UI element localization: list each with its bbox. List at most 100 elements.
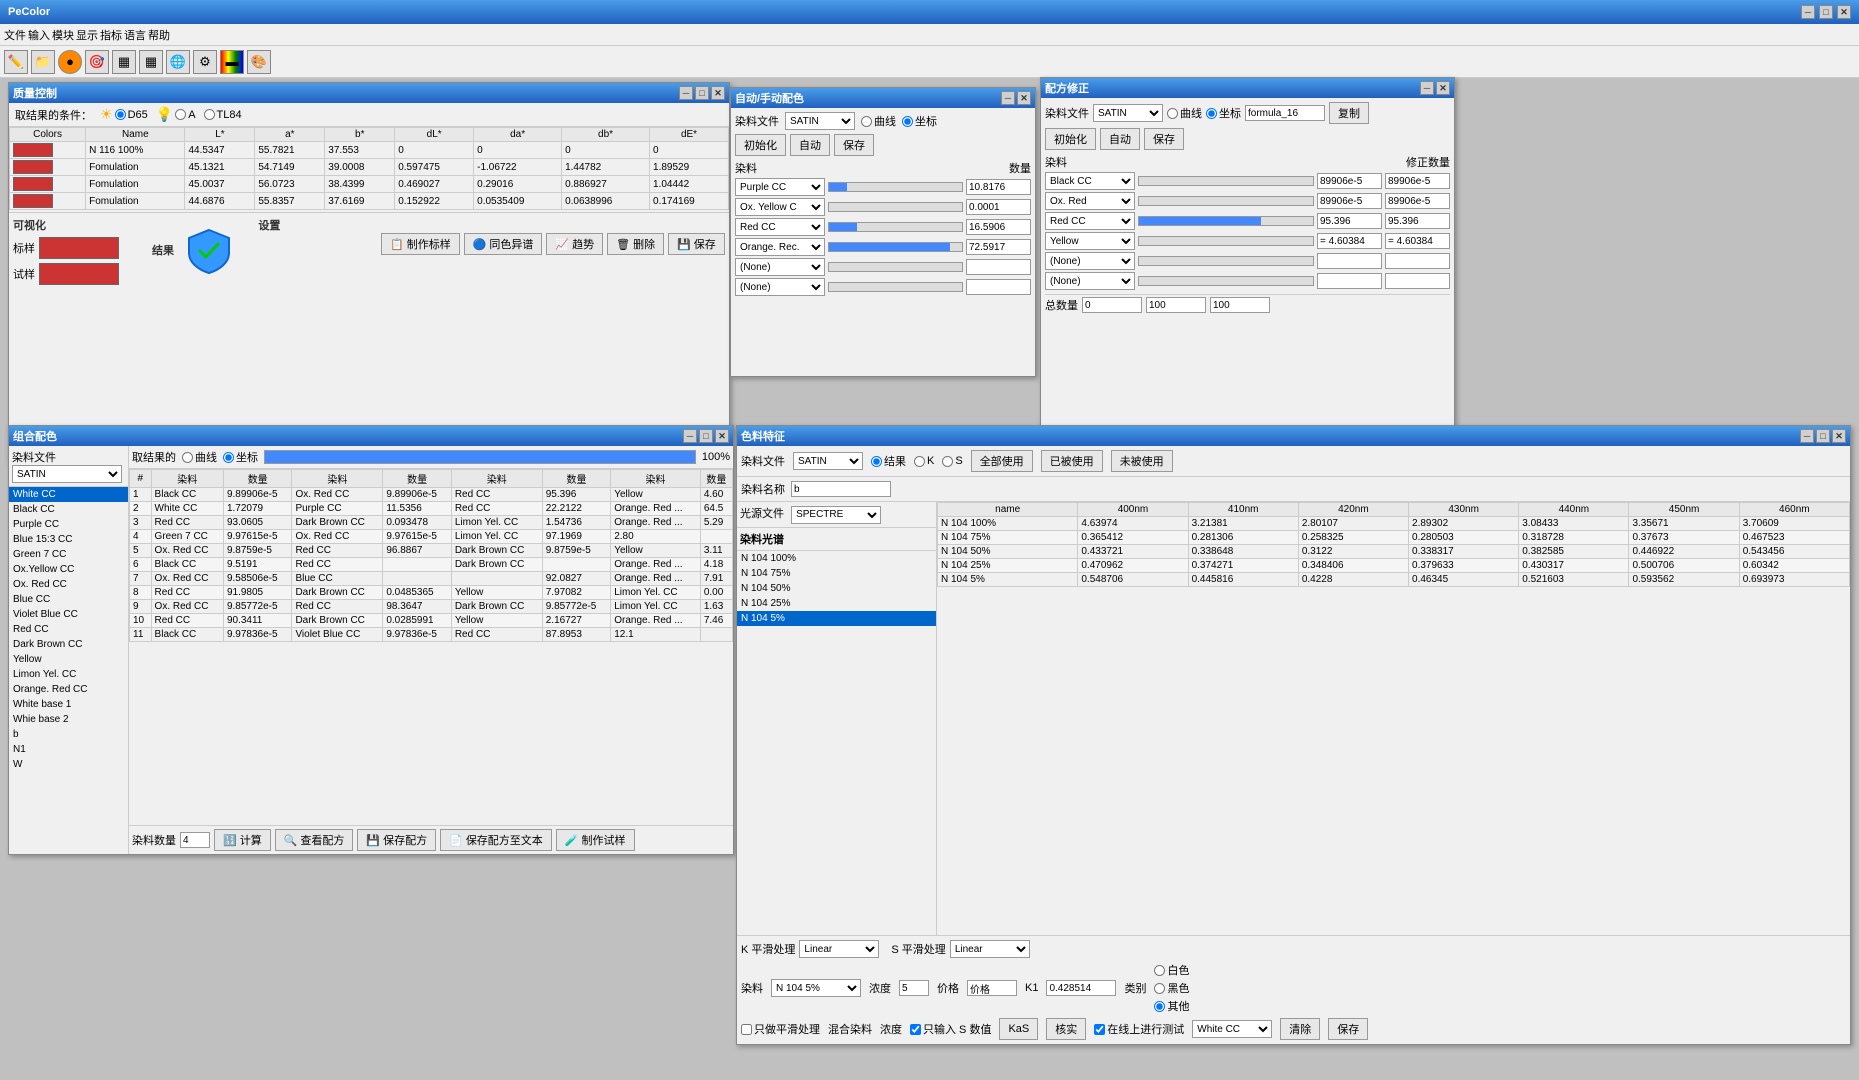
- verify-btn[interactable]: 核实: [1046, 1018, 1086, 1040]
- combo-dye-list-item[interactable]: Black CC: [9, 502, 128, 517]
- menu-input[interactable]: 输入: [28, 27, 50, 43]
- auto-auto-btn[interactable]: 自动: [790, 134, 830, 156]
- dye-char-k-radio[interactable]: K: [914, 455, 934, 467]
- formula-curve-radio[interactable]: 曲线: [1167, 105, 1202, 121]
- fc-val2-1[interactable]: [1385, 193, 1450, 209]
- tool-circle[interactable]: ●: [58, 50, 82, 74]
- fc-val1-4[interactable]: [1317, 253, 1382, 269]
- tool-globe[interactable]: 🌐: [166, 50, 190, 74]
- spectrum-list-item[interactable]: N 104 75%: [737, 566, 936, 581]
- combo-dye-list-item[interactable]: Whie base 2: [9, 712, 128, 727]
- radio-tl84[interactable]: [204, 109, 215, 120]
- only-smooth-check[interactable]: 只做平滑处理: [741, 1021, 820, 1037]
- dye-char-result-radio[interactable]: 结果: [871, 453, 906, 469]
- combo-calc-btn[interactable]: 🔢 计算: [214, 829, 271, 851]
- fc-val2-0[interactable]: [1385, 173, 1450, 189]
- radio-a[interactable]: [175, 109, 186, 120]
- formula-close[interactable]: ✕: [1436, 81, 1450, 95]
- combo-dye-list-item[interactable]: Limon Yel. CC: [9, 667, 128, 682]
- quality-table-container[interactable]: Colors Name L* a* b* dL* da* db* dE* N 1…: [9, 127, 729, 210]
- combo-table-container[interactable]: # 染料 数量 染料 数量 染料 数量 染料 数量 1 Black CC 9.8…: [129, 469, 733, 825]
- formula-auto-btn[interactable]: 自动: [1100, 128, 1140, 150]
- kas-btn[interactable]: KaS: [999, 1018, 1038, 1040]
- combo-dye-list-item[interactable]: Red CC: [9, 622, 128, 637]
- dye-bottom-select[interactable]: N 104 5%: [771, 979, 861, 997]
- combo-standard-radio[interactable]: 坐标: [223, 449, 258, 465]
- combo-controls[interactable]: ─ □ ✕: [683, 429, 729, 443]
- black-radio[interactable]: 黑色: [1154, 980, 1189, 996]
- dye-char-close[interactable]: ✕: [1832, 429, 1846, 443]
- combo-curve-radio[interactable]: 曲线: [182, 449, 217, 465]
- auto-dye-select-2[interactable]: Red CC: [735, 218, 825, 236]
- formula-name-input[interactable]: [1245, 105, 1325, 121]
- combo-dye-list-item[interactable]: W: [9, 757, 128, 772]
- menu-help[interactable]: 帮助: [148, 27, 170, 43]
- auto-match-controls[interactable]: ─ ✕: [1001, 91, 1031, 105]
- combo-minimize[interactable]: ─: [683, 429, 697, 443]
- combo-dye-list[interactable]: White CCBlack CCPurple CCBlue 15:3 CCGre…: [9, 487, 128, 854]
- combo-dye-file-select[interactable]: SATIN: [12, 465, 122, 483]
- tool-target[interactable]: 🎯: [85, 50, 109, 74]
- used-btn[interactable]: 已被使用: [1041, 450, 1103, 472]
- combo-dye-list-item[interactable]: Ox.Yellow CC: [9, 562, 128, 577]
- combo-dye-list-item[interactable]: Blue CC: [9, 592, 128, 607]
- dye-char-file-select[interactable]: SATIN: [793, 452, 863, 470]
- fc-val1-5[interactable]: [1317, 273, 1382, 289]
- combo-dye-list-item[interactable]: Orange. Red CC: [9, 682, 128, 697]
- all-use-btn[interactable]: 全部使用: [971, 450, 1033, 472]
- formula-total-2[interactable]: [1210, 297, 1270, 313]
- fc-dye-select-0[interactable]: Black CC: [1045, 172, 1135, 190]
- combo-save-formula-btn[interactable]: 💾 保存配方: [357, 829, 436, 851]
- auto-curve-radio[interactable]: 曲线: [861, 113, 896, 129]
- smooth-k-select[interactable]: Linear: [799, 940, 879, 958]
- spectrum-list-item[interactable]: N 104 5%: [737, 611, 936, 626]
- minimize-btn[interactable]: ─: [1801, 5, 1815, 19]
- fc-dye-select-2[interactable]: Red CC: [1045, 212, 1135, 230]
- dye-char-controls[interactable]: ─ □ ✕: [1800, 429, 1846, 443]
- formula-copy-btn[interactable]: 复制: [1329, 102, 1369, 124]
- formula-minimize[interactable]: ─: [1420, 81, 1434, 95]
- dye-char-s-radio[interactable]: S: [942, 455, 962, 467]
- make-standard-btn[interactable]: 📋 制作标样: [381, 233, 460, 255]
- dye-char-maximize[interactable]: □: [1816, 429, 1830, 443]
- combo-view-formula-btn[interactable]: 🔍 查看配方: [275, 829, 354, 851]
- maximize-btn[interactable]: □: [1819, 5, 1833, 19]
- auto-dye-select-1[interactable]: Ox. Yellow C: [735, 198, 825, 216]
- conc-input[interactable]: [899, 980, 929, 996]
- fc-dye-select-5[interactable]: (None): [1045, 272, 1135, 290]
- fc-val2-4[interactable]: [1385, 253, 1450, 269]
- menu-module[interactable]: 模块: [52, 27, 74, 43]
- save-btn[interactable]: 💾 保存: [668, 233, 725, 255]
- dye-save-btn[interactable]: 保存: [1328, 1018, 1368, 1040]
- menu-indicator[interactable]: 指标: [100, 27, 122, 43]
- combo-dye-list-item[interactable]: Violet Blue CC: [9, 607, 128, 622]
- fc-val1-1[interactable]: [1317, 193, 1382, 209]
- auto-match-minimize[interactable]: ─: [1001, 91, 1015, 105]
- auto-dye-qty-1[interactable]: [966, 199, 1031, 215]
- dye-spectrum-list[interactable]: N 104 100%N 104 75%N 104 50%N 104 25%N 1…: [737, 551, 936, 936]
- online-test-check[interactable]: 在线上进行测试: [1094, 1021, 1184, 1037]
- dye-name-input[interactable]: [791, 481, 891, 497]
- smooth-s-select[interactable]: Linear: [950, 940, 1030, 958]
- tool-open[interactable]: 📁: [31, 50, 55, 74]
- white-radio[interactable]: 白色: [1154, 962, 1189, 978]
- auto-init-btn[interactable]: 初始化: [735, 134, 786, 156]
- not-used-btn[interactable]: 未被使用: [1111, 450, 1173, 472]
- spectrum-list-item[interactable]: N 104 50%: [737, 581, 936, 596]
- only-s-check[interactable]: 只输入 S 数值: [910, 1021, 991, 1037]
- combo-dye-list-item[interactable]: Purple CC: [9, 517, 128, 532]
- formula-dye-select[interactable]: SATIN: [1093, 104, 1163, 122]
- quality-minimize[interactable]: ─: [679, 86, 693, 100]
- combo-dye-list-item[interactable]: White CC: [9, 487, 128, 502]
- auto-dye-qty-4[interactable]: [966, 259, 1031, 275]
- fc-val2-5[interactable]: [1385, 273, 1450, 289]
- trend-btn[interactable]: 📈 趋势: [546, 233, 603, 255]
- auto-dye-select-3[interactable]: Orange. Rec.: [735, 238, 825, 256]
- auto-dye-qty-0[interactable]: [966, 179, 1031, 195]
- combo-make-trial-btn[interactable]: 🧪 制作试样: [556, 829, 635, 851]
- app-window-controls[interactable]: ─ □ ✕: [1801, 5, 1851, 19]
- formula-total-0[interactable]: [1082, 297, 1142, 313]
- auto-dye-qty-2[interactable]: [966, 219, 1031, 235]
- quality-window-controls[interactable]: ─ □ ✕: [679, 86, 725, 100]
- formula-standard-radio[interactable]: 坐标: [1206, 105, 1241, 121]
